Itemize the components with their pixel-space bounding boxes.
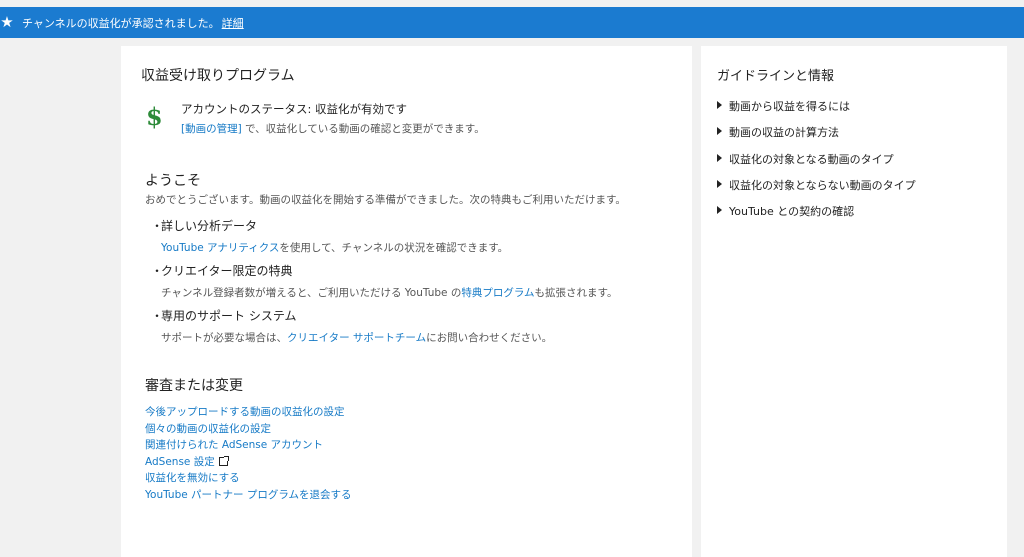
benefit-item: ・クリエイター限定の特典 チャンネル登録者数が増えると、ご利用いただける You… xyxy=(151,262,617,300)
benefit-item: ・専用のサポート システム サポートが必要な場合は、クリエイター サポートチーム… xyxy=(151,307,552,345)
review-title: 審査または変更 xyxy=(145,378,243,394)
review-links: 今後アップロードする動画の収益化の設定 個々の動画の収益化の設定 関連付けられた… xyxy=(145,404,352,503)
expand-triangle-icon xyxy=(717,127,722,136)
dollar-icon: $ xyxy=(146,102,163,131)
expand-triangle-icon xyxy=(717,206,722,215)
guidelines-list: 動画から収益を得るには 動画の収益の計算方法 収益化の対象となる動画のタイプ 収… xyxy=(717,98,916,229)
star-icon: ★ xyxy=(0,13,14,31)
guideline-item[interactable]: 動画の収益の計算方法 xyxy=(717,124,916,150)
guideline-item[interactable]: 収益化の対象とならない動画のタイプ xyxy=(717,177,916,203)
upload-monetization-settings-link[interactable]: 今後アップロードする動画の収益化の設定 xyxy=(145,404,352,421)
top-strip xyxy=(0,0,1024,7)
account-status: アカウントのステータス: 収益化が有効です xyxy=(181,102,408,116)
expand-triangle-icon xyxy=(717,101,722,109)
benefits-program-link[interactable]: 特典プログラム xyxy=(461,287,534,299)
benefit-title: 専用のサポート システム xyxy=(161,309,297,323)
status-description: [動画の管理] で、収益化している動画の確認と変更ができます。 xyxy=(181,123,485,135)
bullet: ・ xyxy=(151,219,164,233)
manage-videos-link[interactable]: [動画の管理] xyxy=(181,123,242,135)
guidelines-title: ガイドラインと情報 xyxy=(717,69,835,84)
guideline-item[interactable]: 動画から収益を得るには xyxy=(717,98,916,124)
associated-adsense-link[interactable]: 関連付けられた AdSense アカウント xyxy=(145,437,352,454)
benefit-description: YouTube アナリティクスを使用して、チャンネルの状況を確認できます。 xyxy=(161,242,509,254)
benefit-item: ・詳しい分析データ YouTube アナリティクスを使用して、チャンネルの状況を… xyxy=(151,217,508,255)
bullet: ・ xyxy=(151,309,164,323)
external-link-icon xyxy=(218,455,229,466)
page-title: 収益受け取りプログラム xyxy=(141,68,295,84)
disable-monetization-link[interactable]: 収益化を無効にする xyxy=(145,470,352,487)
leave-partner-program-link[interactable]: YouTube パートナー プログラムを退会する xyxy=(145,487,352,504)
welcome-title: ようこそ xyxy=(145,173,201,189)
benefit-title: 詳しい分析データ xyxy=(161,219,258,233)
banner-details-link[interactable]: 詳細 xyxy=(222,17,244,30)
welcome-description: おめでとうございます。動画の収益化を開始する準備ができました。次の特典もご利用い… xyxy=(145,194,626,206)
monetization-card: 収益受け取りプログラム $ アカウントのステータス: 収益化が有効です [動画の… xyxy=(121,46,692,557)
expand-triangle-icon xyxy=(717,153,722,162)
individual-video-monetization-link[interactable]: 個々の動画の収益化の設定 xyxy=(145,421,352,438)
creator-support-link[interactable]: クリエイター サポートチーム xyxy=(287,332,426,344)
guidelines-card: ガイドラインと情報 動画から収益を得るには 動画の収益の計算方法 収益化の対象と… xyxy=(701,46,1007,557)
guideline-item[interactable]: YouTube との契約の確認 xyxy=(717,203,916,229)
benefit-description: サポートが必要な場合は、クリエイター サポートチームにお問い合わせください。 xyxy=(161,332,553,344)
benefit-description: チャンネル登録者数が増えると、ご利用いただける YouTube の特典プログラム… xyxy=(161,287,618,299)
guideline-item[interactable]: 収益化の対象となる動画のタイプ xyxy=(717,151,916,177)
benefit-title: クリエイター限定の特典 xyxy=(161,264,293,278)
adsense-settings-link[interactable]: AdSense 設定 xyxy=(145,454,352,471)
youtube-analytics-link[interactable]: YouTube アナリティクス xyxy=(161,242,279,254)
notification-banner: ★ チャンネルの収益化が承認されました。 詳細 xyxy=(0,7,1024,38)
expand-triangle-icon xyxy=(717,179,722,188)
bullet: ・ xyxy=(151,264,164,278)
banner-message: チャンネルの収益化が承認されました。 詳細 xyxy=(22,16,244,30)
